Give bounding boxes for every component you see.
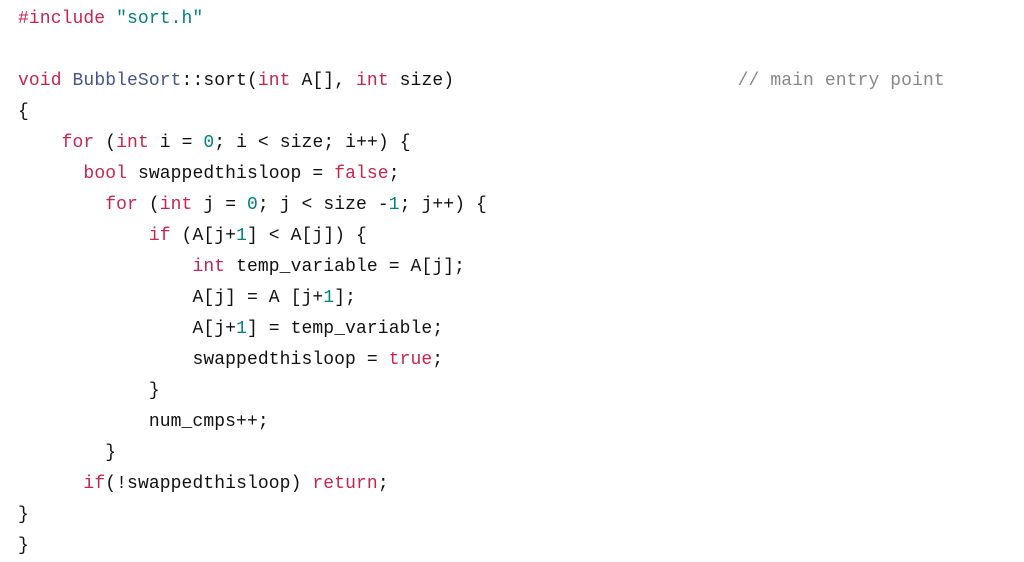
code-line-9: A[j] = A [j+1]; [18,288,356,308]
code-line-11: swappedthisloop = true; [18,350,443,370]
code-line-10: A[j+1] = temp_variable; [18,319,443,339]
code-line-13: num_cmps++; [18,412,269,432]
code-line-12: } [18,381,160,401]
code-line-7: if (A[j+1] < A[j]) { [18,226,367,246]
code-line-1: #include "sort.h" [18,9,203,29]
code-line-17: } [18,536,29,556]
code-line-5: bool swappedthisloop = false; [18,164,400,184]
code-line-15: if(!swappedthisloop) return; [18,474,389,494]
code-line-6: for (int j = 0; j < size -1; j++) { [18,195,487,215]
code-line-8: int temp_variable = A[j]; [18,257,465,277]
code-line-3: { [18,102,29,122]
code-line-2: void BubbleSort::sort(int A[], int size)… [18,71,945,91]
code-line-14: } [18,443,116,463]
code-line-16: } [18,505,29,525]
source-code: #include "sort.h" void BubbleSort::sort(… [0,0,1024,562]
comment-main-entry: // main entry point [738,71,945,91]
code-line-4: for (int i = 0; i < size; i++) { [18,133,411,153]
